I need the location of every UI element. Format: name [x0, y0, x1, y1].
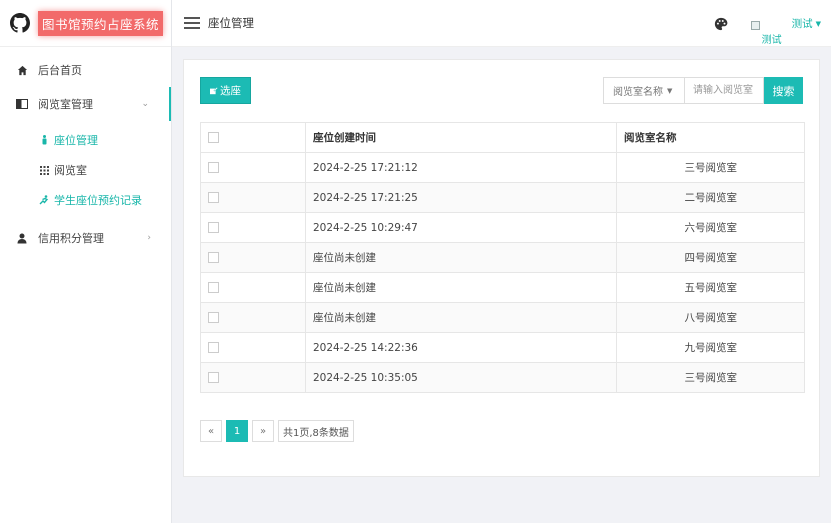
runner-icon [38, 195, 50, 205]
cell-room-name: 三号阅览室 [616, 362, 805, 393]
table-row: 2024-2-25 17:21:25 二号阅览室 [200, 182, 805, 213]
username-dropdown[interactable]: 测试 [792, 16, 813, 31]
next-page-button[interactable]: » [252, 420, 274, 442]
row-select-cell[interactable] [200, 182, 306, 213]
seat-table: 座位创建时间 阅览室名称 2024-2-25 17:21:12 三号阅览室 2024… [200, 122, 805, 393]
header-right: 测试 测试 ▼ [714, 0, 821, 47]
cell-room-name: 九号阅览室 [616, 332, 805, 363]
row-select-cell[interactable] [200, 212, 306, 243]
page-info: 共1页,8条数据 [278, 420, 354, 442]
sidebar-menu: 后台首页 阅览室管理 ⌄ 座位管理 阅览室 学生座位预约记录 信用积分管理 › [0, 47, 171, 255]
cell-room-name: 四号阅览室 [616, 242, 805, 273]
table-row: 2024-2-25 10:29:47 六号阅览室 [200, 212, 805, 243]
submenu-item-label: 座位管理 [54, 134, 98, 147]
table-row: 2024-2-25 17:21:12 三号阅览室 [200, 152, 805, 183]
submenu-item-reading-room[interactable]: 阅览室 [0, 155, 171, 185]
top-header: 座位管理 测试 测试 ▼ [172, 0, 831, 47]
row-checkbox[interactable] [208, 312, 219, 323]
row-checkbox[interactable] [208, 162, 219, 173]
filter-select-value: 阅览室名称 [613, 87, 663, 98]
cell-created-time: 2024-2-25 14:22:36 [305, 332, 617, 363]
sidebar-item-label: 后台首页 [38, 64, 82, 77]
table-row: 座位尚未创建 四号阅览室 [200, 242, 805, 273]
select-seat-button[interactable]: 选座 [200, 77, 251, 104]
search-group: 阅览室名称 ▼ 搜索 [603, 77, 803, 104]
brand-title: 图书馆预约占座系统 [38, 10, 164, 36]
cell-created-time: 2024-2-25 10:29:47 [305, 212, 617, 243]
row-checkbox[interactable] [208, 252, 219, 263]
row-select-cell[interactable] [200, 362, 306, 393]
submenu: 座位管理 阅览室 学生座位预约记录 [0, 121, 171, 221]
chevron-right-icon: › [147, 233, 151, 243]
row-checkbox[interactable] [208, 372, 219, 383]
cell-room-name: 六号阅览室 [616, 212, 805, 243]
row-select-cell[interactable] [200, 152, 306, 183]
table-row: 2024-2-25 14:22:36 九号阅览室 [200, 332, 805, 363]
search-input[interactable] [684, 77, 764, 104]
column-header-created-time: 座位创建时间 [305, 122, 617, 153]
edit-icon [210, 86, 218, 94]
submenu-item-seat-reservation-records[interactable]: 学生座位预约记录 [0, 185, 171, 215]
sidebar-item-label: 阅览室管理 [38, 98, 93, 111]
avatar[interactable]: 测试 [750, 13, 782, 46]
github-icon[interactable] [10, 13, 30, 33]
sidebar-item-credit-management[interactable]: 信用积分管理 › [0, 221, 171, 255]
pagination: « 1 » 共1页,8条数据 [200, 420, 358, 442]
cell-room-name: 三号阅览室 [616, 152, 805, 183]
caret-down-icon: ▼ [667, 86, 673, 95]
cell-room-name: 二号阅览室 [616, 182, 805, 213]
cell-created-time: 座位尚未创建 [305, 272, 617, 303]
menu-toggle-icon[interactable] [184, 17, 200, 29]
broken-image-icon [750, 20, 760, 30]
table-header-row: 座位创建时间 阅览室名称 [200, 122, 805, 153]
person-icon [38, 135, 50, 145]
palette-icon[interactable] [714, 17, 728, 31]
row-select-cell[interactable] [200, 272, 306, 303]
page-title: 座位管理 [208, 16, 254, 30]
filter-select[interactable]: 阅览室名称 ▼ [603, 77, 684, 104]
avatar-alt-text: 测试 [761, 34, 782, 46]
prev-page-button[interactable]: « [200, 420, 222, 442]
caret-down-icon[interactable]: ▼ [816, 20, 821, 28]
sidebar-item-home[interactable]: 后台首页 [0, 53, 171, 87]
select-seat-label: 选座 [220, 85, 241, 97]
row-select-cell[interactable] [200, 242, 306, 273]
content-panel: 选座 阅览室名称 ▼ 搜索 座位创建时间 阅览室名称 2024-2-25 17:… [183, 59, 820, 477]
brand: 图书馆预约占座系统 [0, 0, 171, 47]
columns-icon [15, 97, 29, 111]
cell-room-name: 五号阅览室 [616, 272, 805, 303]
row-checkbox[interactable] [208, 282, 219, 293]
table-row: 2024-2-25 10:35:05 三号阅览室 [200, 362, 805, 393]
cell-room-name: 八号阅览室 [616, 302, 805, 333]
page-1-button[interactable]: 1 [226, 420, 248, 442]
row-checkbox[interactable] [208, 222, 219, 233]
grid-icon [38, 165, 50, 175]
sidebar-item-reading-room-management[interactable]: 阅览室管理 ⌄ [0, 87, 171, 121]
table-row: 座位尚未创建 五号阅览室 [200, 272, 805, 303]
row-checkbox[interactable] [208, 342, 219, 353]
select-all-cell[interactable] [200, 122, 306, 153]
submenu-item-label: 学生座位预约记录 [54, 194, 142, 207]
column-header-room-name: 阅览室名称 [616, 122, 805, 153]
submenu-item-seat-management[interactable]: 座位管理 [0, 125, 171, 155]
cell-created-time: 2024-2-25 17:21:25 [305, 182, 617, 213]
cell-created-time: 2024-2-25 10:35:05 [305, 362, 617, 393]
chevron-down-icon: ⌄ [141, 99, 149, 109]
select-all-checkbox[interactable] [208, 132, 219, 143]
user-icon [15, 231, 29, 245]
cell-created-time: 座位尚未创建 [305, 242, 617, 273]
submenu-item-label: 阅览室 [54, 164, 87, 177]
row-select-cell[interactable] [200, 332, 306, 363]
cell-created-time: 2024-2-25 17:21:12 [305, 152, 617, 183]
sidebar: 图书馆预约占座系统 后台首页 阅览室管理 ⌄ 座位管理 阅览室 学生座位预约记录… [0, 0, 172, 523]
search-button[interactable]: 搜索 [764, 77, 803, 104]
row-checkbox[interactable] [208, 192, 219, 203]
row-select-cell[interactable] [200, 302, 306, 333]
sidebar-item-label: 信用积分管理 [38, 232, 104, 245]
home-icon [15, 63, 29, 77]
table-row: 座位尚未创建 八号阅览室 [200, 302, 805, 333]
cell-created-time: 座位尚未创建 [305, 302, 617, 333]
